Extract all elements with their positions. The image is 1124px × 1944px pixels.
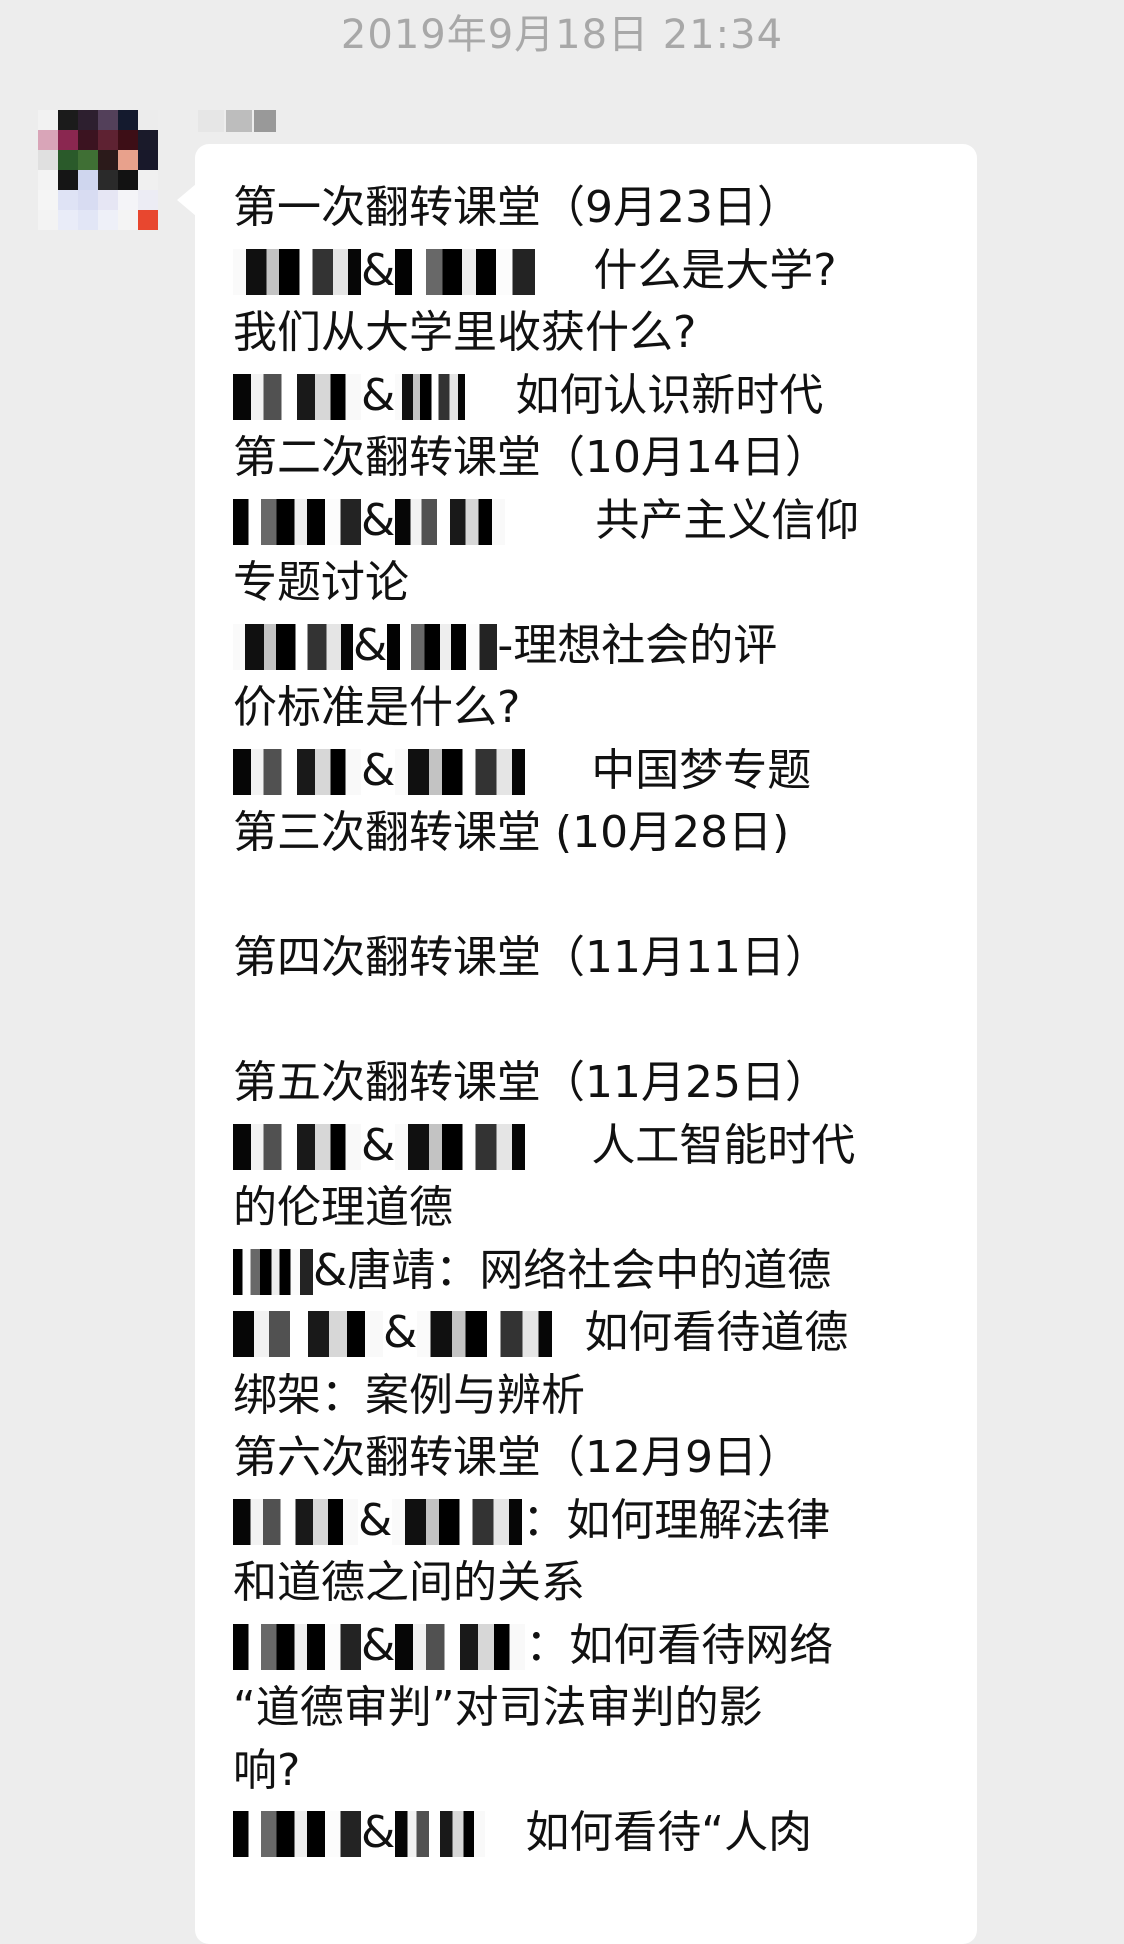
line-prefix: & (361, 369, 396, 421)
message-line: 第一次翻转课堂（9月23日） (233, 177, 953, 240)
message-line: 第六次翻转课堂（12月9日） (233, 1427, 953, 1490)
message-line: & 什么是大学? (233, 240, 953, 303)
redacted-name (395, 1623, 526, 1670)
line-prefix: & (361, 244, 396, 296)
line-text: ：如何理解法律 (522, 1494, 831, 1546)
message-line: 第四次翻转课堂（11月11日） (233, 927, 953, 990)
redacted-name (233, 1311, 383, 1357)
redacted-name (233, 1623, 361, 1670)
message-line: 我们从大学里收获什么? (233, 302, 953, 365)
line-text: 的伦理道德 (233, 1182, 453, 1233)
line-prefix: &唐靖： (313, 1244, 480, 1296)
line-prefix: & (383, 1307, 418, 1358)
redacted-name (395, 748, 526, 795)
line-prefix: & (361, 1119, 396, 1171)
line-text: 第六次翻转课堂（12月9日） (233, 1432, 801, 1483)
redacted-name (233, 1123, 361, 1170)
line-text: 和道德之间的关系 (233, 1557, 585, 1608)
line-text: 第一次翻转课堂（9月23日） (233, 182, 801, 233)
line-text: ：如何看待网络 (525, 1619, 834, 1671)
line-text: 如何认识新时代 (515, 369, 824, 421)
bubble-tail (177, 184, 196, 216)
line-text: 价标准是什么? (233, 682, 521, 733)
line-text: 绑架：案例与辨析 (233, 1369, 585, 1421)
redacted-name (395, 498, 506, 545)
line-text: 人工智能时代 (591, 1119, 856, 1171)
message-line: 绑架：案例与辨析 (233, 1365, 953, 1428)
redacted-name (233, 498, 361, 545)
redacted-name (233, 1248, 313, 1295)
line-text: 如何看待“人肉 (525, 1807, 813, 1858)
redacted-name (233, 623, 353, 670)
redacted-name (233, 1811, 361, 1857)
redacted-name (395, 1123, 526, 1170)
line-prefix: & (361, 1619, 396, 1671)
message-line: 的伦理道德 (233, 1177, 953, 1240)
line-text: 如何看待道德 (584, 1307, 849, 1358)
redacted-name (233, 248, 361, 295)
redacted-name (395, 373, 466, 420)
message-line: & 共产主义信仰 (233, 490, 953, 553)
redacted-name (417, 1311, 553, 1357)
line-prefix: & (361, 744, 396, 796)
line-text: 中国梦专题 (591, 744, 812, 796)
line-prefix: & (358, 1494, 393, 1546)
line-text: 第三次翻转课堂 (10月28日) (233, 807, 790, 858)
line-prefix: & (353, 619, 388, 671)
message-line: 第五次翻转课堂（11月25日） (233, 1052, 953, 1115)
redacted-name (233, 373, 361, 420)
message-text[interactable]: 第一次翻转课堂（9月23日） & 什么是大学? 我们从大学里收获什么? & 如何认识新时代… (233, 177, 953, 1865)
redacted-name (233, 1498, 358, 1545)
message-line: 和道德之间的关系 (233, 1552, 953, 1615)
redacted-name (395, 248, 536, 295)
message-line: 响? (233, 1740, 953, 1803)
line-text: 什么是大学? (593, 244, 837, 296)
message-line: 第二次翻转课堂（10月14日） (233, 427, 953, 490)
line-text: 第二次翻转课堂（10月14日） (233, 432, 829, 483)
sender-name-redacted (198, 110, 280, 132)
redacted-name (233, 748, 361, 795)
message-line: & ：如何理解法律 (233, 1490, 953, 1553)
message-line: & 如何认识新时代 (233, 365, 953, 428)
redacted-name (392, 1498, 523, 1545)
line-text: 共产主义信仰 (595, 494, 860, 546)
message-line: “道德审判”对司法审判的影 (233, 1677, 953, 1740)
redacted-name (387, 623, 498, 670)
message-line: 专题讨论 (233, 552, 953, 615)
message-line: & 如何看待道德 (233, 1302, 953, 1365)
message-line (233, 865, 953, 928)
message-line: & 中国梦专题 (233, 740, 953, 803)
line-text: “道德审判”对司法审判的影 (233, 1682, 763, 1733)
line-text: 我们从大学里收获什么? (233, 307, 697, 358)
line-prefix: & (361, 1807, 396, 1858)
line-text: 网络社会中的道德 (479, 1244, 832, 1296)
message-line: & -理想社会的评 (233, 615, 953, 678)
line-text: 响? (233, 1744, 301, 1796)
line-text: -理想社会的评 (497, 619, 778, 671)
redacted-name (395, 1811, 486, 1857)
message-line: 第三次翻转课堂 (10月28日) (233, 802, 953, 865)
message-line: & ：如何看待网络 (233, 1615, 953, 1678)
message-line: & 如何看待“人肉 (233, 1802, 953, 1865)
avatar[interactable] (38, 110, 158, 230)
message-line (233, 990, 953, 1053)
line-text: 专题讨论 (233, 557, 409, 608)
message-line: & 人工智能时代 (233, 1115, 953, 1178)
line-text: 第四次翻转课堂（11月11日） (233, 932, 829, 983)
message-line: &唐靖：网络社会中的道德 (233, 1240, 953, 1303)
line-text: 第五次翻转课堂（11月25日） (233, 1057, 829, 1108)
line-prefix: & (361, 494, 396, 546)
message-line: 价标准是什么? (233, 677, 953, 740)
chat-timestamp: 2019年9月18日 21:34 (340, 12, 784, 58)
